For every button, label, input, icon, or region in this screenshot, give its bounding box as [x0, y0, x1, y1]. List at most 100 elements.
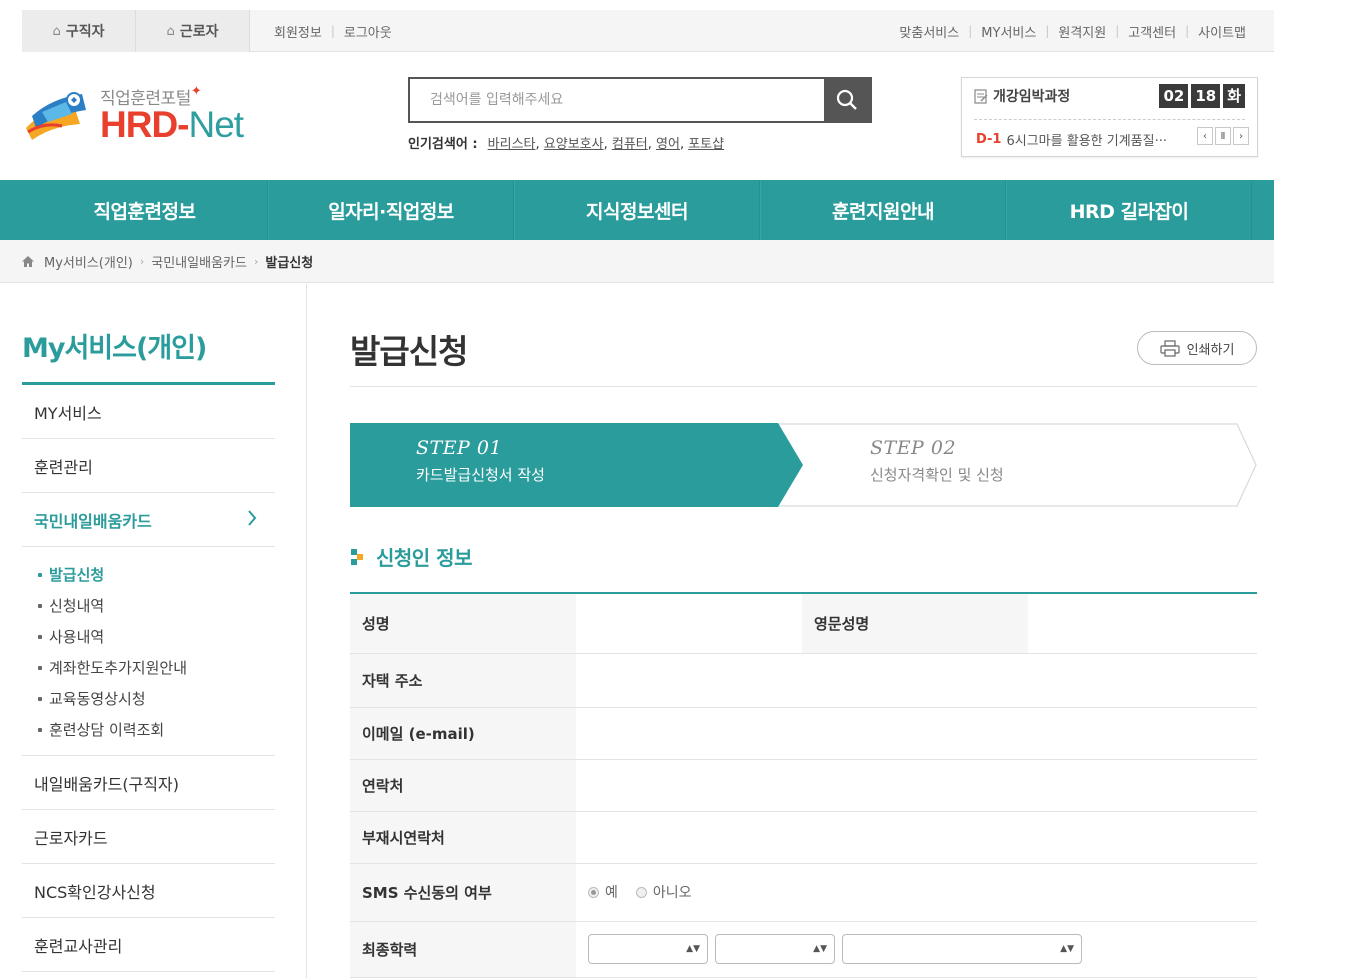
printer-icon: [1159, 339, 1180, 357]
date-month: 02: [1159, 84, 1189, 108]
date-weekday: 화: [1223, 84, 1245, 108]
popular-keyword-link[interactable]: 바리스타: [488, 137, 536, 152]
nav-jobs-info[interactable]: 일자리·직업정보: [268, 180, 514, 240]
popular-keyword-link[interactable]: 포토샵: [688, 137, 724, 152]
sidebar-divider: [306, 284, 307, 978]
dday-badge: D-1: [976, 132, 1002, 147]
divider: [974, 119, 1245, 120]
custom-service-link[interactable]: 맞춤서비스: [899, 22, 959, 41]
document-icon: [974, 88, 988, 104]
label-phone: 연락처: [350, 759, 576, 812]
step-1: STEP 01 카드발급신청서 작성: [416, 437, 545, 485]
sms-yes-radio[interactable]: [588, 886, 599, 898]
sms-radio-group: 예 아니오: [588, 882, 1257, 902]
section-bullet-icon: [351, 548, 363, 565]
page-title: 발급신청: [350, 332, 468, 371]
education-select-1[interactable]: ▲▼: [588, 934, 708, 964]
divider: |: [1045, 24, 1050, 38]
label-name: 성명: [350, 592, 576, 654]
search-input[interactable]: [410, 79, 824, 121]
sidebar-item-training-manage[interactable]: 훈련관리: [22, 439, 275, 493]
popular-keyword-link[interactable]: 컴퓨터: [612, 137, 648, 152]
value-eng-name: [1028, 592, 1257, 654]
popular-keyword-link[interactable]: 요양보호사: [544, 137, 604, 152]
sitemap-link[interactable]: 사이트맵: [1198, 22, 1246, 41]
main-navigation: 직업훈련정보 일자리·직업정보 지식정보센터 훈련지원안내 HRD 길라잡이: [0, 180, 1274, 240]
step-indicator: STEP 01 카드발급신청서 작성 STEP 02 신청자격확인 및 신청: [350, 423, 1257, 507]
search-button[interactable]: [824, 79, 870, 121]
chevron-right-icon: ›: [139, 254, 145, 268]
home-icon[interactable]: [22, 255, 34, 267]
logout-link[interactable]: 로그아웃: [344, 22, 392, 41]
sidebar-submenu: 발급신청 신청내역 사용내역 계좌한도추가지원안내 교육동영상시청 훈련상담 이…: [22, 547, 275, 756]
divider: |: [330, 24, 335, 38]
service-links: 맞춤서비스 | MY서비스 | 원격지원 | 고객센터 | 사이트맵: [899, 10, 1246, 52]
submenu-item-history[interactable]: 신청내역: [38, 590, 275, 621]
next-icon[interactable]: ›: [1233, 127, 1249, 145]
sidebar-title: My서비스(개인): [22, 333, 207, 364]
education-select-3[interactable]: ▲▼: [842, 934, 1082, 964]
nav-hrd-guide[interactable]: HRD 길라잡이: [1006, 180, 1252, 240]
submenu-item-limit-support[interactable]: 계좌한도추가지원안내: [38, 652, 275, 683]
section-title: 신청인 정보: [350, 542, 472, 571]
sms-no-radio[interactable]: [635, 886, 647, 898]
applicant-info-table: 성명 영문성명 자택 주소 이메일 (e-mail) 연락처 부재시연락처 SM…: [350, 592, 1257, 978]
label-address: 자택 주소: [350, 653, 576, 708]
submenu-item-video[interactable]: 교육동영상시청: [38, 683, 275, 714]
popular-keywords-label: 인기검색어 :: [408, 137, 478, 152]
prev-icon[interactable]: ‹: [1197, 127, 1213, 145]
breadcrumb-item[interactable]: My서비스(개인): [44, 252, 133, 271]
nav-knowledge-center[interactable]: 지식정보센터: [514, 180, 760, 240]
value-alt-phone: [576, 811, 1257, 864]
search-box: [408, 77, 872, 123]
divider: |: [1115, 24, 1120, 38]
submenu-item-usage[interactable]: 사용내역: [38, 621, 275, 652]
course-name: 6시그마를 활용한 기계품질···: [1006, 134, 1167, 149]
sidebar-item-jobseeker-card[interactable]: 내일배움카드(구직자): [22, 756, 275, 810]
value-email: [576, 707, 1257, 760]
customer-center-link[interactable]: 고객센터: [1128, 22, 1176, 41]
date-display: 02 18 화: [1159, 84, 1245, 108]
step-2-number: STEP 02: [870, 437, 957, 459]
breadcrumb-item[interactable]: 국민내일배움카드: [151, 252, 247, 271]
sms-no-label: 아니오: [652, 885, 692, 901]
updown-icon: ▲▼: [1060, 944, 1074, 954]
search-icon: [836, 89, 857, 110]
sidebar-item-national-card[interactable]: 국민내일배움카드: [22, 493, 275, 547]
sidebar-item-my-service[interactable]: MY서비스: [22, 385, 275, 439]
home-icon: ⌂: [166, 23, 175, 39]
label-eng-name: 영문성명: [802, 592, 1028, 654]
step-1-desc: 카드발급신청서 작성: [416, 466, 545, 484]
upcoming-course-panel: 개강임박과정 02 18 화 D-1 6시그마를 활용한 기계품질··· ‹ Ⅱ…: [961, 77, 1258, 157]
upcoming-course-title: 개강임박과정: [974, 86, 1070, 106]
hrd-net-logo[interactable]: 직업훈련포털✦ HRD-Net: [22, 82, 262, 148]
nav-training-info[interactable]: 직업훈련정보: [22, 180, 268, 240]
tab-worker[interactable]: ⌂ 근로자: [136, 10, 250, 52]
pause-icon[interactable]: Ⅱ: [1215, 127, 1231, 145]
submenu-item-apply[interactable]: 발급신청: [38, 559, 275, 590]
chevron-right-icon: ›: [253, 254, 259, 268]
upcoming-course-item[interactable]: D-1 6시그마를 활용한 기계품질···: [976, 130, 1167, 149]
label-education: 최종학력: [350, 921, 576, 978]
home-icon: ⌂: [52, 23, 61, 39]
remote-support-link[interactable]: 원격지원: [1058, 22, 1106, 41]
sidebar-item-worker-card[interactable]: 근로자카드: [22, 810, 275, 864]
popular-keyword-link[interactable]: 영어: [656, 137, 680, 152]
member-info-link[interactable]: 회원정보: [274, 22, 322, 41]
updown-icon: ▲▼: [813, 944, 827, 954]
tab-job-seeker-label: 구직자: [65, 24, 105, 40]
education-select-2[interactable]: ▲▼: [715, 934, 835, 964]
submenu-item-consult[interactable]: 훈련상담 이력조회: [38, 714, 275, 745]
value-sms: 예 아니오: [576, 863, 1257, 922]
logo-wordmark: HRD-Net: [100, 104, 244, 145]
sidebar-item-ncs-instructor[interactable]: NCS확인강사신청: [22, 864, 275, 918]
logo-mark-icon: [26, 92, 86, 140]
print-button[interactable]: 인쇄하기: [1137, 331, 1257, 365]
sidebar-item-teacher-manage[interactable]: 훈련교사관리: [22, 918, 275, 972]
value-phone: [576, 759, 1257, 812]
my-service-link[interactable]: MY서비스: [981, 22, 1036, 41]
tab-job-seeker[interactable]: ⌂ 구직자: [22, 10, 136, 52]
value-name: [576, 592, 802, 654]
nav-training-support[interactable]: 훈련지원안내: [760, 180, 1006, 240]
breadcrumb: My서비스(개인) › 국민내일배움카드 › 발급신청: [0, 240, 1274, 283]
